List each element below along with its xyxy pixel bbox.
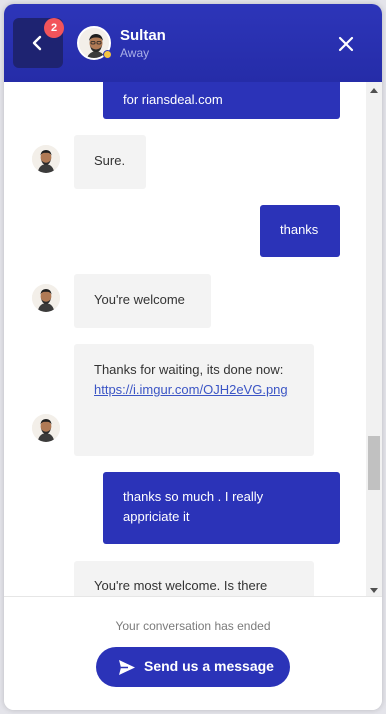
message-text: for riansdeal.com bbox=[123, 92, 223, 107]
send-icon bbox=[119, 660, 135, 675]
message-text: thanks bbox=[280, 222, 319, 237]
send-message-button[interactable]: Send us a message bbox=[96, 647, 290, 687]
chat-header: 2 Sultan Away bbox=[4, 4, 382, 82]
image-link[interactable]: https://i.imgur.com/OJH2eVG.png bbox=[94, 382, 288, 397]
scroll-down-icon[interactable] bbox=[370, 588, 378, 593]
message-text: thanks so much . I really appriciate it bbox=[123, 489, 264, 524]
user-message: for riansdeal.com bbox=[103, 82, 340, 119]
scroll-thumb[interactable] bbox=[368, 436, 380, 490]
scroll-up-icon[interactable] bbox=[370, 88, 378, 93]
chat-footer: Your conversation has ended Send us a me… bbox=[4, 596, 382, 710]
conversation-ended-text: Your conversation has ended bbox=[115, 619, 271, 633]
agent-message: Sure. bbox=[74, 135, 146, 189]
message-list[interactable]: for riansdeal.com Sure. thanks You're we… bbox=[4, 82, 366, 596]
chevron-left-icon bbox=[32, 35, 42, 51]
agent-avatar bbox=[32, 284, 60, 312]
close-icon[interactable] bbox=[336, 34, 356, 54]
unread-badge: 2 bbox=[44, 18, 64, 38]
scrollbar[interactable] bbox=[366, 82, 382, 600]
user-message: thanks so much . I really appriciate it bbox=[103, 472, 340, 544]
send-button-label: Send us a message bbox=[144, 658, 274, 674]
chat-widget: 2 Sultan Away for riansdeal.com Sure. th… bbox=[4, 4, 382, 710]
agent-name: Sultan bbox=[120, 27, 166, 44]
status-away-dot bbox=[103, 50, 112, 59]
agent-avatar bbox=[32, 145, 60, 173]
message-text: Thanks for waiting, its done now: bbox=[94, 362, 284, 377]
message-text: You're most welcome. Is there bbox=[94, 578, 268, 593]
message-text: You're welcome bbox=[94, 292, 185, 307]
agent-status: Away bbox=[120, 46, 150, 60]
user-message: thanks bbox=[260, 205, 340, 257]
message-text: Sure. bbox=[94, 153, 126, 168]
agent-message: You're welcome bbox=[74, 274, 211, 328]
agent-message: Thanks for waiting, its done now: https:… bbox=[74, 344, 314, 456]
agent-message: You're most welcome. Is there bbox=[74, 561, 314, 596]
agent-avatar bbox=[32, 414, 60, 442]
